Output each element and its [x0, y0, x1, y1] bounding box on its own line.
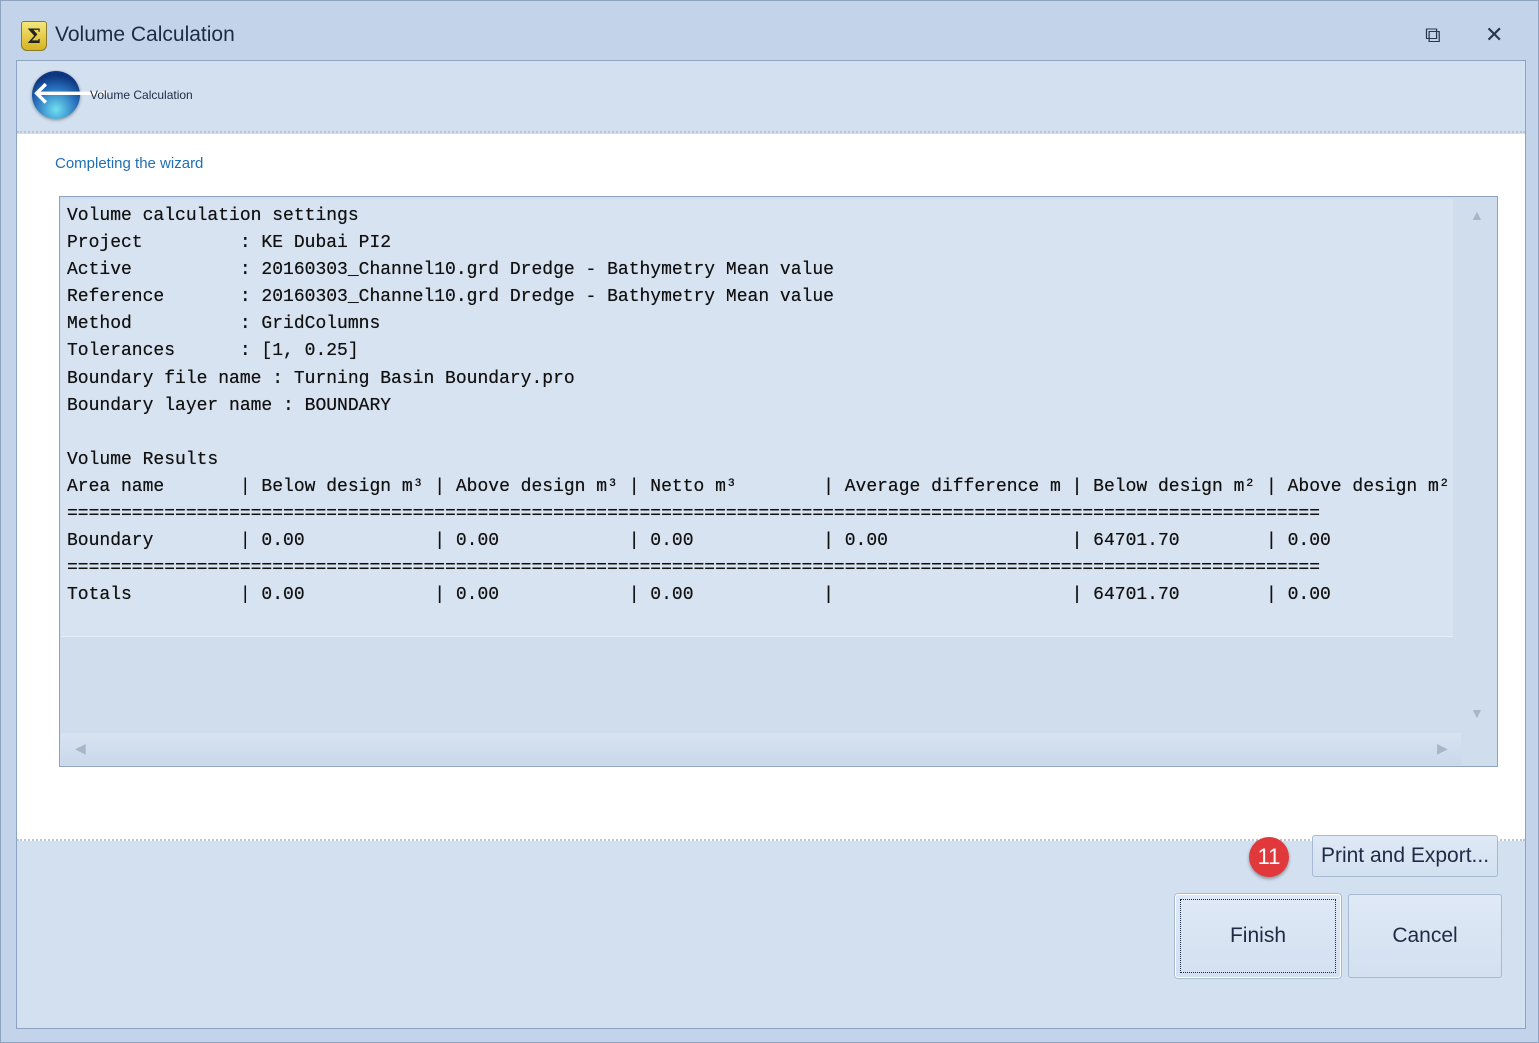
horizontal-scrollbar[interactable]: ◀ ▶: [61, 733, 1461, 765]
report-line: Volume calculation settings: [67, 206, 359, 226]
report-line: Project : KE Dubai PI2: [67, 233, 392, 254]
scroll-left-icon[interactable]: ◀: [75, 740, 86, 757]
close-icon[interactable]: ✕: [1485, 23, 1503, 47]
report-line: Boundary | 0.00 | 0.00 | 0.00 | 0.00 | 6…: [67, 531, 1331, 552]
report-line: Active : 20160303_Channel10.grd Dredge -…: [67, 260, 834, 281]
window-title: Volume Calculation: [55, 23, 235, 46]
report-line: Totals | 0.00 | 0.00 | 0.00 | | 64701.70…: [67, 585, 1331, 606]
report-line: Boundary file name : Turning Basin Bound…: [67, 368, 575, 389]
cancel-button[interactable]: Cancel: [1348, 894, 1502, 978]
report-line: Area name | Below design m³ | Above desi…: [67, 476, 1450, 497]
report-text[interactable]: Volume calculation settings Project : KE …: [61, 199, 1453, 637]
wizard-body: Completing the wizard Volume calculation…: [17, 134, 1525, 877]
report-line: Volume Results: [67, 449, 219, 470]
report-line: [67, 420, 1453, 447]
wizard-footer: Finish Cancel: [17, 843, 1525, 1029]
report-textbox[interactable]: Volume calculation settings Project : KE …: [59, 196, 1498, 767]
back-arrow-icon[interactable]: 🡐: [32, 71, 112, 119]
restore-icon[interactable]: ⧉: [1425, 23, 1441, 47]
wizard-header: 🡐 Volume Calculation: [17, 61, 1525, 133]
vertical-scrollbar[interactable]: ▲ ▼: [1460, 199, 1496, 731]
sigma-icon: Σ: [21, 21, 47, 51]
finish-label: Finish: [1229, 924, 1287, 947]
scroll-up-icon[interactable]: ▲: [1470, 207, 1484, 223]
report-line: Reference : 20160303_Channel10.grd Dredg…: [67, 287, 834, 308]
report-line: Boundary layer name : BOUNDARY: [67, 395, 392, 416]
title-bar: Σ Volume Calculation ⧉ ✕: [1, 1, 1538, 61]
scroll-down-icon[interactable]: ▼: [1470, 705, 1484, 721]
report-line: Tolerances : [1, 0.25]: [67, 341, 359, 362]
report-line: ========================================…: [67, 504, 1321, 525]
finish-button[interactable]: Finish: [1175, 894, 1341, 978]
report-line: ========================================…: [67, 558, 1321, 579]
volume-calculation-window: Σ Volume Calculation ⧉ ✕ 🡐 Volume Calcul…: [0, 0, 1539, 1043]
report-line: Method : GridColumns: [67, 314, 381, 335]
wizard-header-title: Volume Calculation: [90, 88, 193, 102]
page-subtitle: Completing the wizard: [55, 155, 204, 172]
scroll-right-icon[interactable]: ▶: [1437, 740, 1448, 757]
wizard-client: 🡐 Volume Calculation Completing the wiza…: [16, 60, 1526, 1029]
